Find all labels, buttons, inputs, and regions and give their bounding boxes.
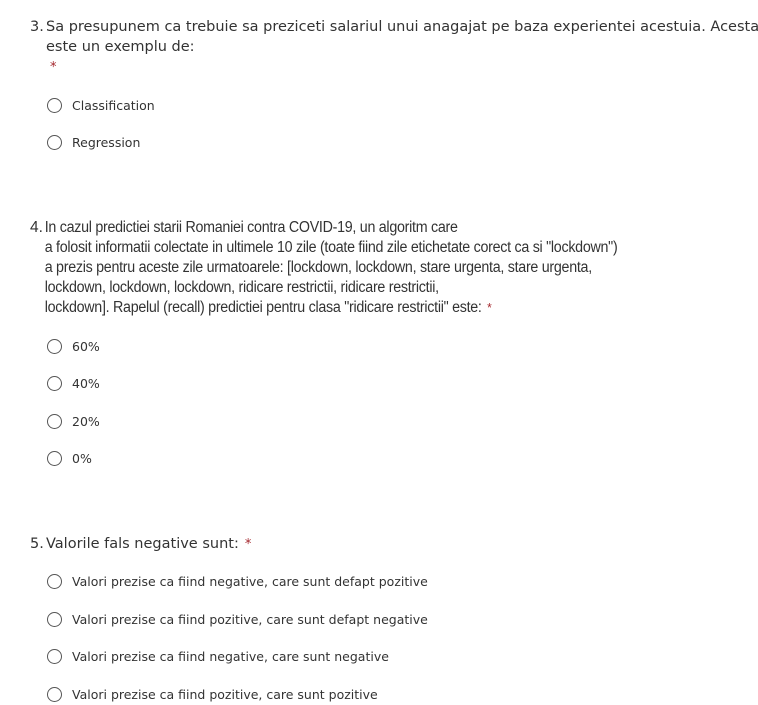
option-label: Valori prezise ca fiind negative, care s…	[72, 573, 428, 589]
radio-button[interactable]	[47, 450, 62, 466]
question-text: a prezis pentru aceste zile urmatoarele:…	[44, 259, 592, 276]
required-asterisk: *	[244, 537, 252, 552]
radio-button[interactable]	[47, 338, 62, 354]
option-false-negative-c[interactable]: Valori prezise ca fiind negative, care s…	[47, 646, 389, 666]
radio-button[interactable]	[47, 134, 62, 150]
option-regression[interactable]: Regression	[47, 132, 140, 152]
option-label: 60%	[72, 338, 100, 354]
radio-button[interactable]	[47, 611, 62, 627]
radio-button[interactable]	[47, 573, 62, 589]
radio-button[interactable]	[47, 686, 62, 702]
radio-button[interactable]	[47, 413, 62, 429]
radio-button[interactable]	[47, 648, 62, 664]
question-number: 3.	[30, 19, 44, 35]
question-3: 3. Sa presupunem ca trebuie sa preziceti…	[30, 17, 758, 78]
option-label: 20%	[72, 413, 100, 429]
option-false-negative-d[interactable]: Valori prezise ca fiind pozitive, care s…	[47, 684, 378, 704]
question-text: Valorile fals negative sunt:	[46, 536, 239, 552]
option-label: 0%	[72, 450, 92, 466]
radio-button[interactable]	[47, 375, 62, 391]
option-label: 40%	[72, 375, 100, 391]
option-false-negative-b[interactable]: Valori prezise ca fiind pozitive, care s…	[47, 609, 428, 629]
option-40[interactable]: 40%	[47, 373, 100, 393]
option-label: Valori prezise ca fiind pozitive, care s…	[72, 611, 428, 627]
option-label: Regression	[72, 134, 141, 150]
question-4: 4. In cazul predictiei starii Romaniei c…	[30, 218, 669, 318]
option-classification[interactable]: Classification	[47, 95, 155, 115]
option-20[interactable]: 20%	[47, 411, 100, 431]
option-0[interactable]: 0%	[47, 448, 92, 468]
option-label: Valori prezise ca fiind pozitive, care s…	[72, 686, 378, 702]
question-text: lockdown]. Rapelul (recall) predictiei p…	[44, 299, 482, 316]
option-label: Valori prezise ca fiind negative, care s…	[72, 648, 389, 664]
question-5: 5. Valorile fals negative sunt: *	[30, 534, 251, 555]
question-number: 5.	[30, 536, 44, 552]
option-60[interactable]: 60%	[47, 336, 100, 356]
required-asterisk: *	[487, 300, 492, 315]
question-text: este un exemplu de:	[46, 39, 195, 55]
radio-button[interactable]	[47, 97, 62, 113]
question-text: lockdown, lockdown, lockdown, ridicare r…	[44, 279, 439, 296]
question-text: Sa presupunem ca trebuie sa preziceti sa…	[46, 19, 758, 35]
option-label: Classification	[72, 97, 155, 113]
question-text: In cazul predictiei starii Romaniei cont…	[44, 219, 458, 236]
required-asterisk: *	[50, 60, 57, 75]
option-false-negative-a[interactable]: Valori prezise ca fiind negative, care s…	[47, 571, 428, 591]
question-text: a folosit informatii colectate in ultime…	[44, 239, 618, 256]
